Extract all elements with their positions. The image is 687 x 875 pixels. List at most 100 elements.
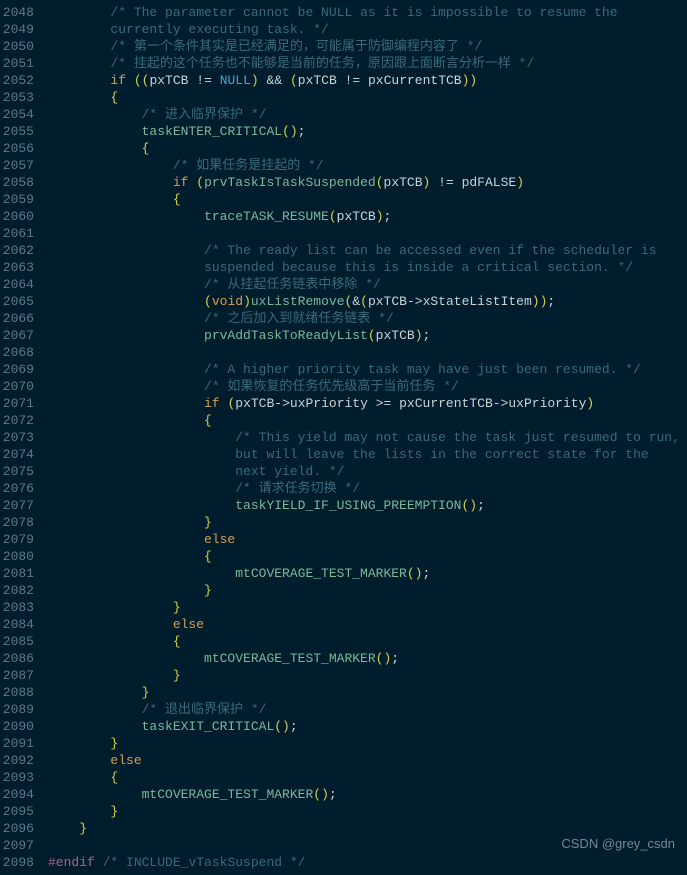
line-number: 2072 — [0, 412, 48, 429]
line-number: 2079 — [0, 531, 48, 548]
code-line: 2078 } — [0, 514, 687, 531]
line-code — [48, 344, 687, 361]
code-block: 2048 /* The parameter cannot be NULL as … — [0, 0, 687, 875]
line-number: 2071 — [0, 395, 48, 412]
line-code: { — [48, 769, 687, 786]
code-line: 2095 } — [0, 803, 687, 820]
line-number: 2080 — [0, 548, 48, 565]
line-code: if (pxTCB->uxPriority >= pxCurrentTCB->u… — [48, 395, 687, 412]
line-code: /* 退出临界保护 */ — [48, 701, 687, 718]
code-line: 2052 if ((pxTCB != NULL) && (pxTCB != px… — [0, 72, 687, 89]
line-number: 2066 — [0, 310, 48, 327]
code-line: 2075 next yield. */ — [0, 463, 687, 480]
code-line: 2087 } — [0, 667, 687, 684]
line-code: { — [48, 191, 687, 208]
line-number: 2089 — [0, 701, 48, 718]
line-code: if ((pxTCB != NULL) && (pxTCB != pxCurre… — [48, 72, 687, 89]
line-number: 2057 — [0, 157, 48, 174]
line-code: } — [48, 803, 687, 820]
code-line: 2097 — [0, 837, 687, 854]
line-number: 2082 — [0, 582, 48, 599]
code-line: 2082 } — [0, 582, 687, 599]
line-number: 2094 — [0, 786, 48, 803]
code-line: 2065 (void)uxListRemove(&(pxTCB->xStateL… — [0, 293, 687, 310]
line-code: /* 之后加入到就绪任务链表 */ — [48, 310, 687, 327]
code-line: 2051 /* 挂起的这个任务也不能够是当前的任务，原因跟上面断言分析一样 */ — [0, 55, 687, 72]
code-line: 2091 } — [0, 735, 687, 752]
line-number: 2091 — [0, 735, 48, 752]
line-code: suspended because this is inside a criti… — [48, 259, 687, 276]
code-line: 2090 taskEXIT_CRITICAL(); — [0, 718, 687, 735]
line-code: traceTASK_RESUME(pxTCB); — [48, 208, 687, 225]
code-line: 2077 taskYIELD_IF_USING_PREEMPTION(); — [0, 497, 687, 514]
code-line: 2069 /* A higher priority task may have … — [0, 361, 687, 378]
line-number: 2075 — [0, 463, 48, 480]
code-line: 2076 /* 请求任务切换 */ — [0, 480, 687, 497]
line-number: 2083 — [0, 599, 48, 616]
line-code: /* 挂起的这个任务也不能够是当前的任务，原因跟上面断言分析一样 */ — [48, 55, 687, 72]
line-code: /* 如果恢复的任务优先级高于当前任务 */ — [48, 378, 687, 395]
line-code: mtCOVERAGE_TEST_MARKER(); — [48, 786, 687, 803]
line-code: /* 请求任务切换 */ — [48, 480, 687, 497]
code-line: 2049 currently executing task. */ — [0, 21, 687, 38]
line-code: { — [48, 548, 687, 565]
line-code: } — [48, 599, 687, 616]
code-line: 2059 { — [0, 191, 687, 208]
code-line: 2056 { — [0, 140, 687, 157]
code-line: 2074 but will leave the lists in the cor… — [0, 446, 687, 463]
line-code: but will leave the lists in the correct … — [48, 446, 687, 463]
code-line: 2094 mtCOVERAGE_TEST_MARKER(); — [0, 786, 687, 803]
line-number: 2092 — [0, 752, 48, 769]
code-line: 2066 /* 之后加入到就绪任务链表 */ — [0, 310, 687, 327]
line-code — [48, 837, 687, 854]
line-number: 2070 — [0, 378, 48, 395]
code-line: 2072 { — [0, 412, 687, 429]
line-code: mtCOVERAGE_TEST_MARKER(); — [48, 650, 687, 667]
line-number: 2084 — [0, 616, 48, 633]
code-line: 2050 /* 第一个条件其实是已经满足的，可能属于防御编程内容了 */ — [0, 38, 687, 55]
line-number: 2096 — [0, 820, 48, 837]
line-code: { — [48, 412, 687, 429]
line-number: 2097 — [0, 837, 48, 854]
line-code: { — [48, 633, 687, 650]
code-line: 2063 suspended because this is inside a … — [0, 259, 687, 276]
code-line: 2062 /* The ready list can be accessed e… — [0, 242, 687, 259]
line-number: 2065 — [0, 293, 48, 310]
code-line: 2088 } — [0, 684, 687, 701]
line-number: 2054 — [0, 106, 48, 123]
line-number: 2081 — [0, 565, 48, 582]
code-line: 2068 — [0, 344, 687, 361]
code-line: 2061 — [0, 225, 687, 242]
line-number: 2055 — [0, 123, 48, 140]
line-code: taskEXIT_CRITICAL(); — [48, 718, 687, 735]
code-line: 2057 /* 如果任务是挂起的 */ — [0, 157, 687, 174]
line-number: 2060 — [0, 208, 48, 225]
line-code: else — [48, 531, 687, 548]
code-line: 2079 else — [0, 531, 687, 548]
line-number: 2067 — [0, 327, 48, 344]
line-code: /* 进入临界保护 */ — [48, 106, 687, 123]
line-code: else — [48, 752, 687, 769]
code-line: 2067 prvAddTaskToReadyList(pxTCB); — [0, 327, 687, 344]
line-code: next yield. */ — [48, 463, 687, 480]
line-code: { — [48, 140, 687, 157]
line-code: #endif /* INCLUDE_vTaskSuspend */ — [48, 854, 687, 871]
line-code: /* The ready list can be accessed even i… — [48, 242, 687, 259]
line-number: 2049 — [0, 21, 48, 38]
code-line: 2096 } — [0, 820, 687, 837]
code-line: 2083 } — [0, 599, 687, 616]
line-code: } — [48, 735, 687, 752]
line-code: taskENTER_CRITICAL(); — [48, 123, 687, 140]
code-line: 2048 /* The parameter cannot be NULL as … — [0, 4, 687, 21]
code-line: 2053 { — [0, 89, 687, 106]
code-line: 2058 if (prvTaskIsTaskSuspended(pxTCB) !… — [0, 174, 687, 191]
line-number: 2077 — [0, 497, 48, 514]
line-code: } — [48, 514, 687, 531]
line-number: 2058 — [0, 174, 48, 191]
code-line: 2098#endif /* INCLUDE_vTaskSuspend */ — [0, 854, 687, 871]
line-code: taskYIELD_IF_USING_PREEMPTION(); — [48, 497, 687, 514]
line-number: 2076 — [0, 480, 48, 497]
line-code — [48, 225, 687, 242]
line-number: 2048 — [0, 4, 48, 21]
code-line: 2073 /* This yield may not cause the tas… — [0, 429, 687, 446]
